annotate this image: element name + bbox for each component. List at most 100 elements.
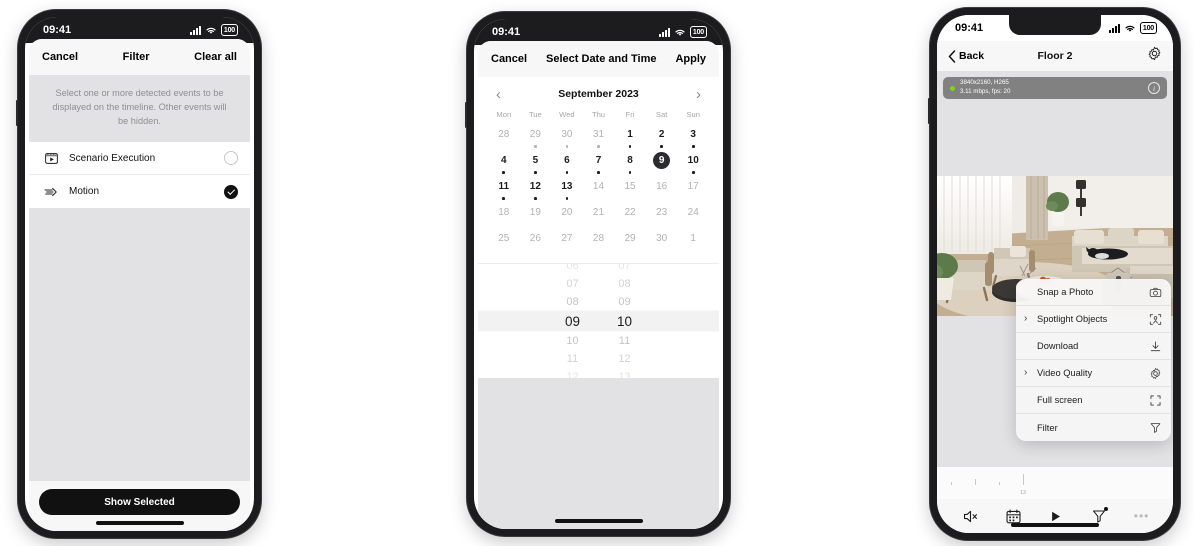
calendar-day-event-dot	[597, 145, 600, 148]
calendar-day[interactable]: 1	[614, 125, 646, 149]
weekday-label: Sun	[686, 110, 700, 119]
info-circle-icon[interactable]: i	[1148, 82, 1160, 94]
calendar-day[interactable]: 25	[488, 229, 520, 253]
page-title: Floor 2	[1037, 50, 1073, 62]
menu-item-label: Video Quality	[1037, 368, 1093, 378]
signal-bars-icon	[1108, 23, 1120, 33]
calendar-day[interactable]: 16	[646, 177, 678, 201]
hour-wheel[interactable]: 06 07 08 09 10 11 12	[550, 264, 596, 378]
calendar-day[interactable]: 5	[520, 151, 552, 175]
calendar-day[interactable]: 19	[520, 203, 552, 227]
hour-option[interactable]: 10	[550, 332, 596, 350]
checkbox-checked[interactable]	[224, 184, 238, 199]
gear-icon[interactable]	[1147, 46, 1162, 66]
gear-icon	[1149, 367, 1162, 380]
weekday-label: Mon	[496, 110, 512, 119]
calendar-day[interactable]: 21	[583, 203, 615, 227]
calendar-day[interactable]: 26	[520, 229, 552, 253]
calendar-day[interactable]: 18	[488, 203, 520, 227]
calendar-day[interactable]: 11	[488, 177, 520, 201]
mute-button[interactable]	[960, 506, 980, 526]
calendar-day[interactable]: 14	[583, 177, 615, 201]
calendar-day[interactable]: 31	[583, 125, 615, 149]
calendar-day[interactable]: 30	[551, 125, 583, 149]
clear-all-button[interactable]: Clear all	[194, 51, 237, 63]
calendar-day[interactable]: 24	[677, 203, 709, 227]
menu-item-video-quality[interactable]: › Video Quality	[1016, 360, 1171, 387]
calendar-day-number: 19	[529, 206, 541, 218]
calendar-week-row: 25 26 27 28 29 30 1	[488, 229, 709, 253]
calendar-day[interactable]: 20	[551, 203, 583, 227]
back-button[interactable]: Back	[948, 49, 984, 63]
home-indicator[interactable]	[1011, 523, 1099, 527]
chevron-left-icon[interactable]: ‹	[494, 87, 503, 102]
hour-option[interactable]: 11	[550, 350, 596, 368]
home-indicator[interactable]	[554, 519, 643, 523]
minute-option[interactable]: 08	[602, 275, 648, 293]
minute-selected[interactable]: 10	[602, 311, 648, 332]
list-item[interactable]: Scenario Execution	[29, 142, 250, 176]
apply-button[interactable]: Apply	[675, 53, 706, 65]
calendar-day[interactable]: 22	[614, 203, 646, 227]
calendar-day[interactable]: 2	[646, 125, 678, 149]
cancel-button[interactable]: Cancel	[42, 51, 78, 63]
calendar-day[interactable]: 27	[551, 229, 583, 253]
minute-option[interactable]: 09	[602, 293, 648, 311]
calendar-day[interactable]: 6	[551, 151, 583, 175]
menu-item-label: Download	[1037, 341, 1079, 351]
download-icon	[1149, 340, 1162, 353]
minute-option[interactable]: 13	[602, 368, 648, 379]
calendar-day[interactable]: 1	[677, 229, 709, 253]
more-button[interactable]: •••	[1132, 506, 1152, 526]
calendar-day-number: 30	[656, 232, 668, 244]
calendar-day-number: 12	[529, 180, 541, 192]
calendar-day[interactable]: 28	[583, 229, 615, 253]
calendar-day[interactable]: 23	[646, 203, 678, 227]
context-menu[interactable]: › Snap a Photo › Spotlight Objects	[1016, 279, 1171, 441]
calendar-day[interactable]: 7	[583, 151, 615, 175]
calendar-day[interactable]: 10	[677, 151, 709, 175]
minute-option[interactable]: 07	[602, 264, 648, 275]
chevron-right-icon[interactable]: ›	[694, 87, 703, 102]
checkbox-unchecked[interactable]	[224, 151, 238, 166]
notch	[552, 19, 645, 39]
calendar-day[interactable]: 29	[520, 125, 552, 149]
calendar-day[interactable]: 3	[677, 125, 709, 149]
calendar-day-number: 14	[592, 180, 605, 192]
hour-option[interactable]: 12	[550, 368, 596, 379]
hour-option[interactable]: 07	[550, 275, 596, 293]
minute-option[interactable]: 11	[602, 332, 648, 350]
menu-item-download[interactable]: › Download	[1016, 333, 1171, 360]
timeline-ruler[interactable]: 13	[937, 467, 1173, 499]
calendar-day-selected[interactable]: 9	[646, 151, 678, 175]
hour-option[interactable]: 06	[550, 264, 596, 275]
calendar-day[interactable]: 17	[677, 177, 709, 201]
calendar-day[interactable]: 13	[551, 177, 583, 201]
cancel-button[interactable]: Cancel	[491, 53, 527, 65]
calendar-day[interactable]: 15	[614, 177, 646, 201]
calendar-day[interactable]: 12	[520, 177, 552, 201]
calendar-day[interactable]: 8	[614, 151, 646, 175]
home-indicator[interactable]	[95, 521, 184, 525]
wifi-icon	[675, 29, 685, 36]
calendar-day[interactable]: 28	[488, 125, 520, 149]
menu-item-full-screen[interactable]: › Full screen	[1016, 387, 1171, 414]
calendar-day[interactable]: 29	[614, 229, 646, 253]
menu-item-label: Spotlight Objects	[1037, 314, 1108, 324]
menu-item-filter[interactable]: › Filter	[1016, 414, 1171, 441]
time-picker[interactable]: 06 07 08 09 10 11 12 07 08 09 10 11 12 13	[478, 264, 719, 378]
filter-icon	[1149, 421, 1162, 434]
minute-option[interactable]: 12	[602, 350, 648, 368]
minute-wheel[interactable]: 07 08 09 10 11 12 13	[602, 264, 648, 378]
calendar-day[interactable]: 4	[488, 151, 520, 175]
calendar-day[interactable]: 30	[646, 229, 678, 253]
signal-bars-icon	[189, 25, 201, 35]
hour-selected[interactable]: 09	[550, 311, 596, 332]
menu-item-snap-a-photo[interactable]: › Snap a Photo	[1016, 279, 1171, 306]
sheet-nav-bar: Cancel Filter Clear all	[29, 39, 250, 75]
list-item[interactable]: Motion	[29, 175, 250, 209]
hour-option[interactable]: 08	[550, 293, 596, 311]
show-selected-button[interactable]: Show Selected	[39, 489, 240, 515]
menu-item-spotlight-objects[interactable]: › Spotlight Objects	[1016, 306, 1171, 333]
sheet-bottom-space	[478, 378, 719, 529]
